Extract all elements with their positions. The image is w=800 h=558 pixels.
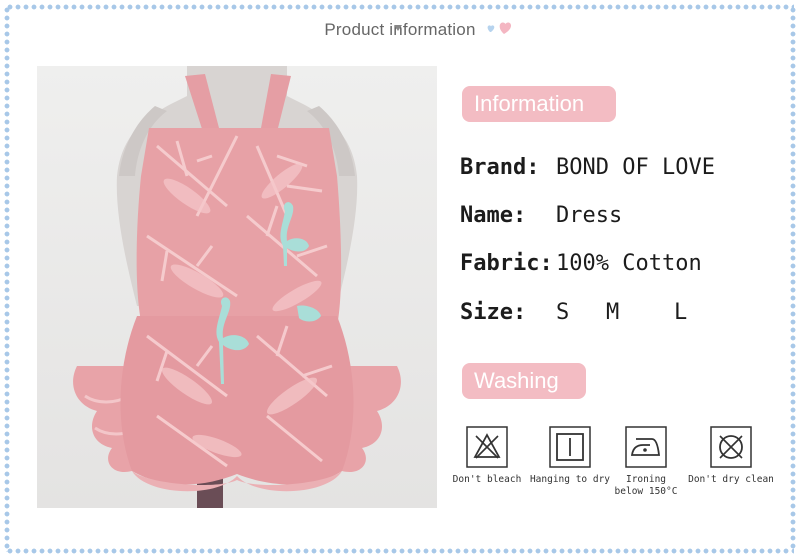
dotted-border-top xyxy=(6,3,794,11)
dotted-border-right xyxy=(789,6,797,552)
iron-icon xyxy=(625,426,667,468)
name-label: Name: xyxy=(460,203,527,228)
product-photo xyxy=(37,66,437,508)
name-value: Dress xyxy=(556,203,623,228)
dotted-border-bottom xyxy=(6,547,794,555)
size-option-s: S xyxy=(556,300,570,325)
care-label-no-dry-clean: Don't dry clean xyxy=(688,474,774,485)
no-dry-clean-icon xyxy=(710,426,752,468)
size-label: Size: xyxy=(460,300,527,325)
brand-row: Brand: BOND OF LOVE xyxy=(460,155,715,180)
fabric-row: Fabric: 100% Cotton xyxy=(460,251,702,276)
caret-down-icon xyxy=(394,25,402,31)
brand-value: BOND OF LOVE xyxy=(556,155,715,180)
fabric-value: 100% Cotton xyxy=(556,251,702,276)
size-row: Size: S M L xyxy=(460,300,687,325)
hang-dry-icon xyxy=(549,426,591,468)
fabric-label: Fabric: xyxy=(460,251,553,276)
no-bleach-icon xyxy=(466,426,508,468)
size-option-m: M xyxy=(606,300,620,325)
name-row: Name: Dress xyxy=(460,203,622,228)
dotted-border-left xyxy=(3,6,11,552)
brand-label: Brand: xyxy=(460,155,540,180)
dress-illustration xyxy=(37,66,437,508)
care-item-no-dry-clean: Don't dry clean xyxy=(681,426,781,486)
washing-heading: Washing xyxy=(462,363,586,399)
hearts-icon xyxy=(487,22,512,34)
care-label-iron-line2: below 150°C xyxy=(614,486,678,497)
information-heading: Information xyxy=(462,86,616,122)
size-option-l: L xyxy=(674,300,688,325)
